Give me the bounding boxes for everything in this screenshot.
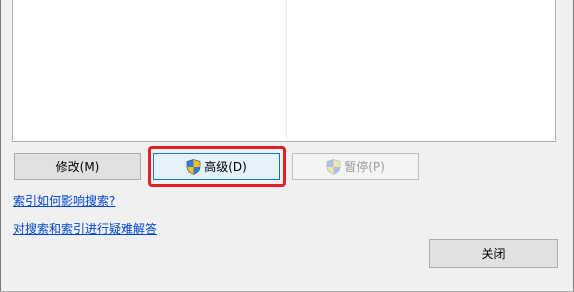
pause-button[interactable]: 暂停(P) xyxy=(292,153,419,180)
pause-button-label: 暂停(P) xyxy=(344,160,385,174)
modify-button[interactable]: 修改(M) xyxy=(14,153,141,180)
indexed-locations-list[interactable] xyxy=(12,0,556,142)
uac-shield-icon xyxy=(326,158,341,175)
troubleshoot-search-indexing-link[interactable]: 对搜索和索引进行疑难解答 xyxy=(13,220,157,237)
modify-button-label: 修改(M) xyxy=(55,160,100,174)
close-button-label: 关闭 xyxy=(481,247,506,261)
advanced-button[interactable]: 高级(D) xyxy=(153,153,280,180)
uac-shield-icon xyxy=(186,158,201,175)
advanced-button-label: 高级(D) xyxy=(204,160,247,174)
how-indexing-affects-search-link[interactable]: 索引如何影响搜索? xyxy=(13,192,115,209)
window-border-left xyxy=(0,0,1,292)
indexing-options-window: 修改(M) 高级(D) 暂停(P) 索引如何影响搜索? 对搜索和索引进行疑难解答… xyxy=(0,0,574,292)
column-divider xyxy=(286,0,287,141)
close-button[interactable]: 关闭 xyxy=(429,239,558,268)
